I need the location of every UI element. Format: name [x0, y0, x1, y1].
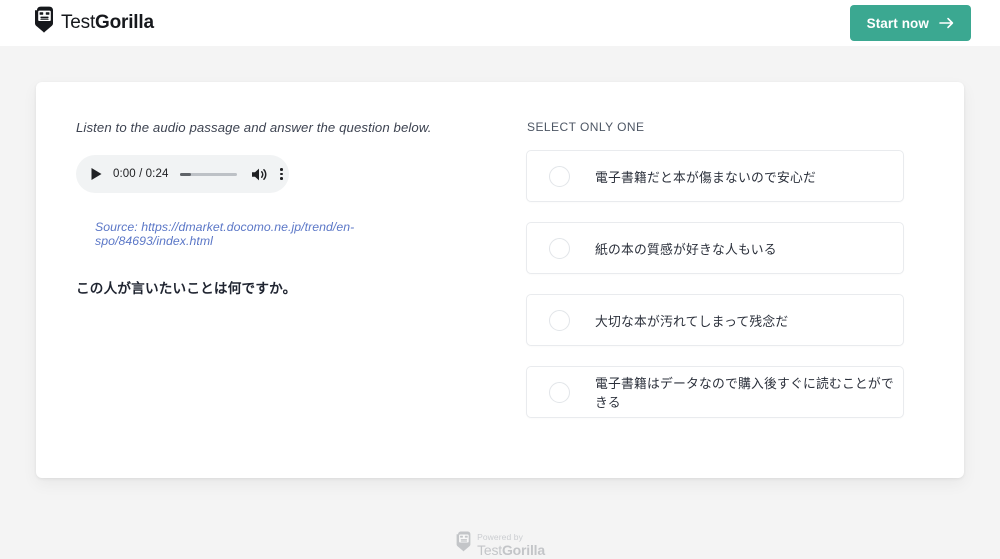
audio-progress-slider[interactable] [180, 172, 238, 176]
radio-button-icon[interactable] [549, 381, 570, 403]
footer-brand-name: TestGorilla [477, 541, 545, 558]
radio-button-icon[interactable] [549, 309, 570, 331]
brand-name-bold: Gorilla [95, 12, 154, 33]
footer-brand-light: Test [477, 541, 502, 558]
brand-logo[interactable]: TestGorilla [33, 6, 154, 41]
answer-option-label: 電子書籍はデータなので購入後すぐに読むことができる [595, 376, 894, 410]
answers-panel: SELECT ONLY ONE 電子書籍だと本が傷まないので安心だ 紙の本の質感… [481, 82, 964, 478]
select-only-one-label: SELECT ONLY ONE [527, 120, 645, 134]
gorilla-logo-icon [33, 6, 55, 41]
powered-by-testgorilla: Powered by TestGorilla [455, 531, 545, 559]
answer-option-4[interactable]: 電子書籍はデータなので購入後すぐに読むことができる [526, 366, 904, 418]
answer-option-3[interactable]: 大切な本が汚れてしまって残念だ [526, 294, 904, 346]
radio-button-icon[interactable] [549, 237, 570, 259]
menu-dot [280, 177, 283, 180]
answer-option-label: 紙の本の質感が好きな人もいる [595, 241, 777, 257]
page-footer: Powered by TestGorilla [0, 531, 1000, 559]
source-link[interactable]: Source: https://dmarket.docomo.ne.jp/tre… [95, 220, 461, 248]
radio-button-icon[interactable] [549, 165, 570, 187]
answer-option-2[interactable]: 紙の本の質感が好きな人もいる [526, 222, 904, 274]
menu-dot [280, 172, 283, 176]
menu-dot [280, 168, 283, 171]
arrow-right-icon [939, 17, 954, 29]
page-background: Listen to the audio passage and answer t… [0, 46, 1000, 559]
answer-option-label: 大切な本が汚れてしまって残念だ [595, 313, 789, 329]
answer-option-label: 電子書籍だと本が傷まないので安心だ [595, 169, 816, 185]
play-icon[interactable] [88, 166, 104, 182]
volume-icon[interactable] [251, 167, 268, 182]
start-now-label: Start now [866, 15, 929, 31]
question-card: Listen to the audio passage and answer t… [36, 82, 964, 478]
footer-brand-bold: Gorilla [501, 541, 545, 558]
audio-time-display: 0:00 / 0:24 [113, 168, 169, 180]
answer-option-1[interactable]: 電子書籍だと本が傷まないので安心だ [526, 150, 904, 202]
powered-by-texts: Powered by TestGorilla [477, 531, 545, 558]
audio-progress-fill [180, 172, 191, 176]
brand-name: TestGorilla [61, 12, 154, 34]
question-panel: Listen to the audio passage and answer t… [36, 82, 481, 478]
question-text: この人が言いたいことは何ですか。 [76, 281, 297, 296]
audio-player[interactable]: 0:00 / 0:24 [76, 155, 289, 193]
powered-by-label: Powered by [477, 531, 523, 542]
app-header: TestGorilla Start now [0, 0, 1000, 46]
gorilla-logo-icon [455, 531, 472, 559]
brand-name-light: Test [61, 12, 96, 33]
instruction-text: Listen to the audio passage and answer t… [76, 120, 432, 135]
more-vertical-icon[interactable] [280, 168, 283, 180]
start-now-button[interactable]: Start now [849, 5, 971, 41]
